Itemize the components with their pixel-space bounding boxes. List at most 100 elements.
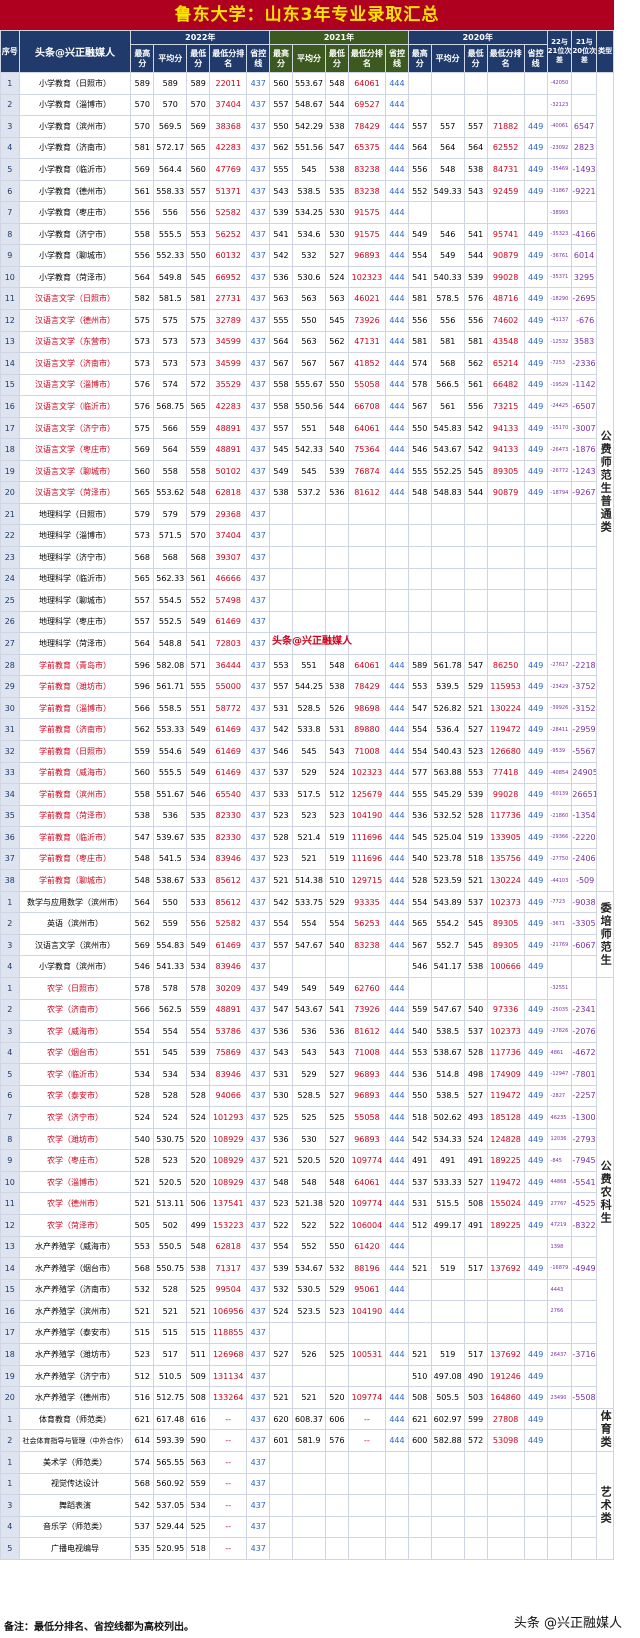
data-cell bbox=[325, 1451, 349, 1474]
data-cell: 510 bbox=[325, 869, 349, 892]
data-cell: 552.25 bbox=[430, 459, 465, 483]
data-cell: 554.2 bbox=[430, 912, 465, 935]
data-cell: 535 bbox=[186, 804, 211, 828]
data-cell bbox=[463, 632, 488, 655]
data-cell: 561.71 bbox=[153, 675, 188, 698]
data-cell: 542 bbox=[269, 718, 293, 741]
data-cell: 562.33 bbox=[153, 567, 188, 591]
data-cell bbox=[546, 1537, 573, 1560]
row-index: 14 bbox=[0, 1257, 20, 1280]
data-cell: 62818 bbox=[209, 481, 248, 504]
data-cell: 449 bbox=[523, 1386, 548, 1409]
data-cell bbox=[430, 1451, 465, 1474]
row-index: 13 bbox=[0, 330, 20, 354]
data-cell: 554 bbox=[130, 1020, 155, 1043]
data-cell bbox=[571, 589, 598, 612]
table-row: 8 小学教育（济宁市） 558 555.5 553 56252 437 541 534.6 530… bbox=[0, 222, 614, 246]
data-cell: 554.83 bbox=[153, 933, 188, 957]
data-cell: 449 bbox=[523, 309, 548, 332]
major-name: 地理科学（聊城市） bbox=[18, 589, 132, 612]
data-cell: 551 bbox=[291, 653, 327, 677]
subheader-cell: 平均分 bbox=[430, 44, 465, 73]
data-cell: 525 bbox=[269, 1106, 293, 1129]
data-cell bbox=[430, 632, 465, 655]
data-cell bbox=[269, 1321, 293, 1345]
data-cell: 564 bbox=[130, 265, 155, 289]
data-cell: 566.5 bbox=[430, 373, 465, 397]
data-cell: 82330 bbox=[209, 804, 248, 828]
data-cell bbox=[407, 72, 432, 95]
data-cell: 444 bbox=[385, 481, 409, 504]
data-cell: 564 bbox=[407, 136, 432, 160]
header-year-2022: 2022年 bbox=[130, 30, 271, 45]
data-cell: 444 bbox=[385, 244, 409, 267]
data-cell: 104190 bbox=[347, 804, 387, 828]
data-cell: -6507 bbox=[571, 395, 598, 418]
data-cell: 437 bbox=[246, 847, 271, 871]
data-cell bbox=[546, 1429, 573, 1452]
major-name: 小学教育（聊城市） bbox=[18, 244, 132, 267]
major-name: 小学教育（临沂市） bbox=[18, 158, 132, 181]
data-cell bbox=[486, 1515, 525, 1539]
data-cell: 108929 bbox=[209, 1170, 248, 1194]
data-cell: 83238 bbox=[347, 933, 387, 957]
table-row: 34 学前教育（滨州市） 558 551.67 546 65540 437 533 517.5 5… bbox=[0, 783, 614, 806]
data-cell: 64061 bbox=[347, 72, 387, 95]
row-index: 15 bbox=[0, 373, 20, 397]
data-cell: 449 bbox=[523, 222, 548, 246]
data-cell bbox=[385, 1321, 409, 1345]
data-cell: 561 bbox=[463, 373, 488, 397]
table-row: 4 小学教育（济南市） 581 572.17 565 42283 437 562 551.56 5… bbox=[0, 136, 614, 160]
data-cell: 509 bbox=[186, 1364, 211, 1388]
data-cell: 444 bbox=[385, 158, 409, 181]
data-cell: 437 bbox=[246, 352, 271, 375]
data-cell: 565 bbox=[186, 395, 211, 418]
data-cell: 3583 bbox=[571, 330, 598, 354]
data-cell: 525 bbox=[291, 1106, 327, 1129]
data-cell: 552 bbox=[291, 1235, 327, 1259]
data-cell: 578 bbox=[407, 373, 432, 397]
data-cell: 444 bbox=[385, 804, 409, 828]
major-name: 学前教育（济南市） bbox=[18, 718, 132, 741]
data-cell: 155024 bbox=[486, 1192, 525, 1215]
data-cell: 564 bbox=[130, 890, 155, 914]
data-cell: -55086 bbox=[571, 1386, 598, 1409]
data-cell: 437 bbox=[246, 1429, 271, 1452]
data-cell: 449 bbox=[523, 352, 548, 375]
data-cell bbox=[385, 546, 409, 569]
data-cell: 83946 bbox=[209, 1063, 248, 1086]
data-cell: 548 bbox=[291, 1170, 327, 1194]
data-cell: -41137 bbox=[546, 309, 573, 332]
row-index: 19 bbox=[0, 459, 20, 483]
data-cell bbox=[571, 1235, 598, 1259]
data-cell: 38368 bbox=[209, 115, 248, 138]
data-cell bbox=[463, 524, 488, 548]
data-cell: 78429 bbox=[347, 675, 387, 698]
data-cell bbox=[385, 955, 409, 978]
data-cell bbox=[486, 1321, 525, 1345]
data-cell: 61469 bbox=[209, 761, 248, 785]
row-index: 9 bbox=[0, 244, 20, 267]
table-row: 16 汉语言文学（临沂市） 576 568.75 565 42283 437 558 550.5… bbox=[0, 395, 614, 418]
data-cell: 529 bbox=[291, 1063, 327, 1086]
data-cell: 555.5 bbox=[153, 761, 188, 785]
data-cell: -2695 bbox=[571, 287, 598, 311]
data-cell: 521 bbox=[269, 1149, 293, 1172]
data-cell: 94066 bbox=[209, 1084, 248, 1108]
row-index: 12 bbox=[0, 1213, 20, 1237]
data-cell: 115953 bbox=[486, 675, 525, 698]
data-cell: 543 bbox=[325, 1041, 349, 1065]
data-cell: 532 bbox=[325, 1257, 349, 1280]
data-cell: 572 bbox=[186, 373, 211, 397]
data-cell: 536 bbox=[269, 1127, 293, 1151]
data-cell: 437 bbox=[246, 1213, 271, 1237]
data-cell: 520.5 bbox=[291, 1149, 327, 1172]
data-cell: 444 bbox=[385, 1278, 409, 1302]
table-row: 10 小学教育（菏泽市） 564 549.8 545 66952 437 536 530.6 52… bbox=[0, 265, 614, 289]
data-cell: 564 bbox=[269, 330, 293, 354]
data-cell bbox=[385, 1472, 409, 1496]
row-index: 1 bbox=[0, 1407, 20, 1431]
data-cell: 437 bbox=[246, 1235, 271, 1259]
data-cell bbox=[269, 1515, 293, 1539]
data-cell bbox=[407, 976, 432, 1000]
